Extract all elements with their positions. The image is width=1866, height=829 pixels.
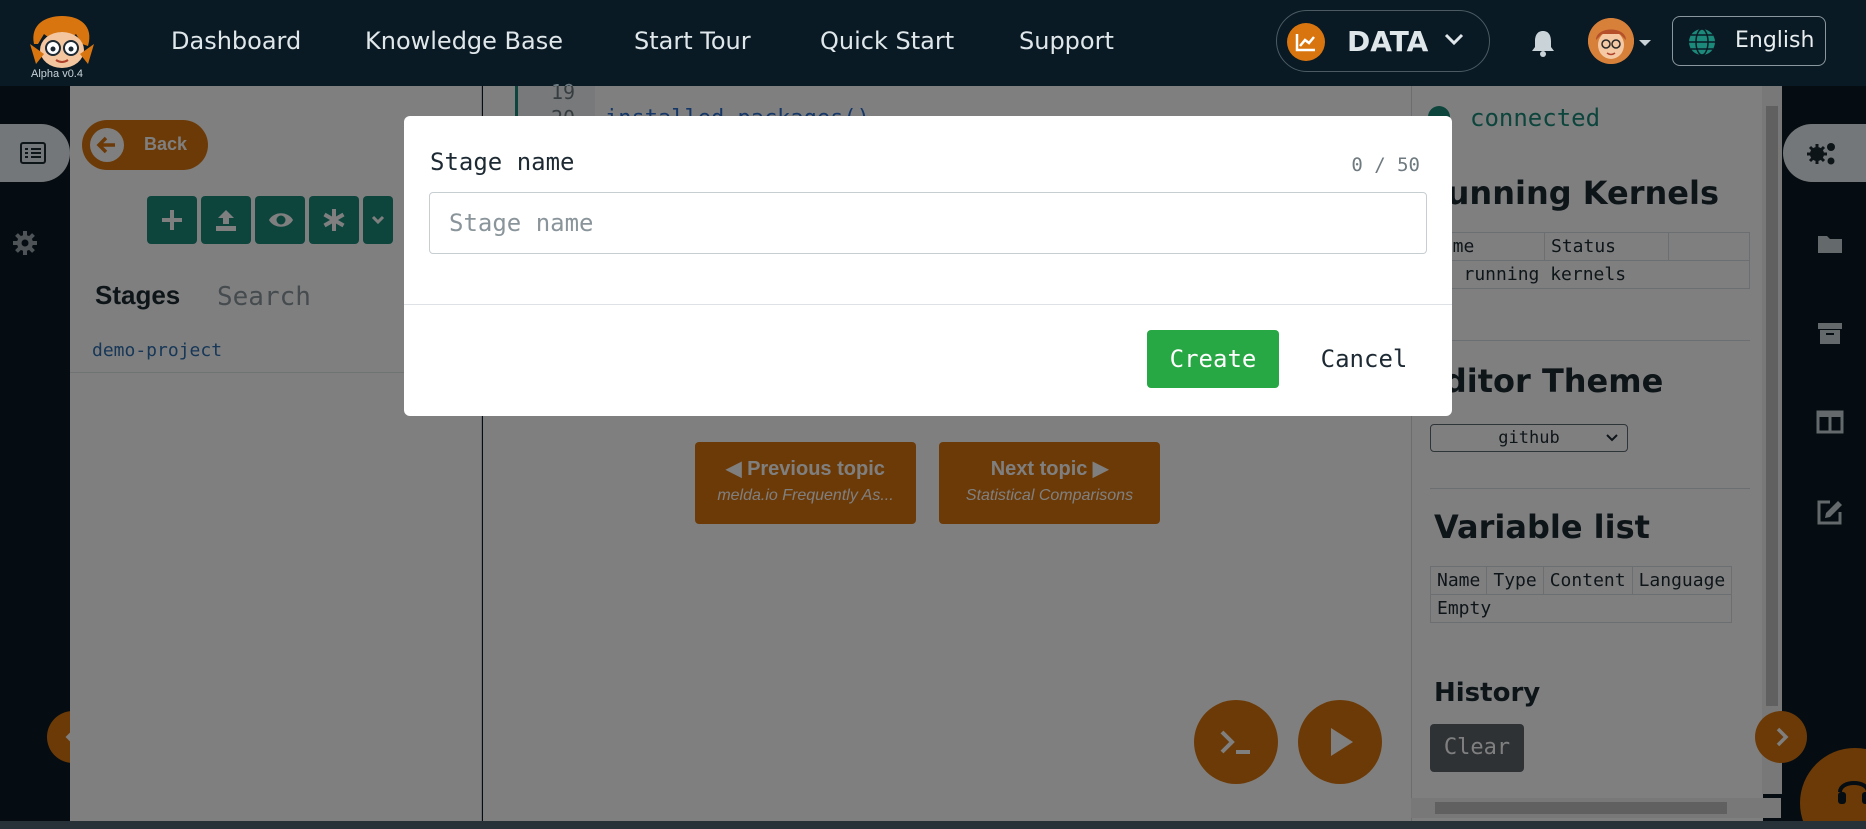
caret-down-icon[interactable]	[1638, 38, 1652, 48]
chevron-down-icon	[1444, 33, 1464, 46]
top-navigation-bar: Alpha v0.4 Dashboard Knowledge Base Star…	[0, 0, 1866, 86]
cancel-button[interactable]: Cancel	[1294, 330, 1434, 388]
create-button[interactable]: Create	[1147, 330, 1279, 388]
nav-knowledge-base[interactable]: Knowledge Base	[365, 27, 563, 55]
globe-icon	[1689, 28, 1715, 56]
workspace-label: DATA	[1347, 25, 1429, 58]
user-avatar[interactable]	[1588, 18, 1634, 64]
stage-name-input[interactable]	[429, 192, 1427, 254]
bell-icon[interactable]	[1528, 28, 1558, 58]
nav-quick-start[interactable]: Quick Start	[820, 27, 954, 55]
language-label: English	[1735, 28, 1815, 53]
chart-icon	[1287, 23, 1325, 61]
app-version: Alpha v0.4	[31, 68, 83, 80]
language-selector[interactable]: English	[1672, 16, 1826, 66]
nav-start-tour[interactable]: Start Tour	[634, 27, 751, 55]
divider	[404, 304, 1452, 305]
logo-icon	[30, 16, 94, 68]
create-stage-dialog: Stage name 0 / 50 Create Cancel	[404, 116, 1452, 416]
character-counter: 0 / 50	[1351, 154, 1420, 176]
workspace-selector[interactable]: DATA	[1276, 10, 1490, 72]
nav-support[interactable]: Support	[1019, 27, 1114, 55]
app-logo[interactable]: Alpha v0.4	[26, 14, 98, 84]
nav-dashboard[interactable]: Dashboard	[171, 27, 301, 55]
stage-name-label: Stage name	[430, 148, 575, 176]
